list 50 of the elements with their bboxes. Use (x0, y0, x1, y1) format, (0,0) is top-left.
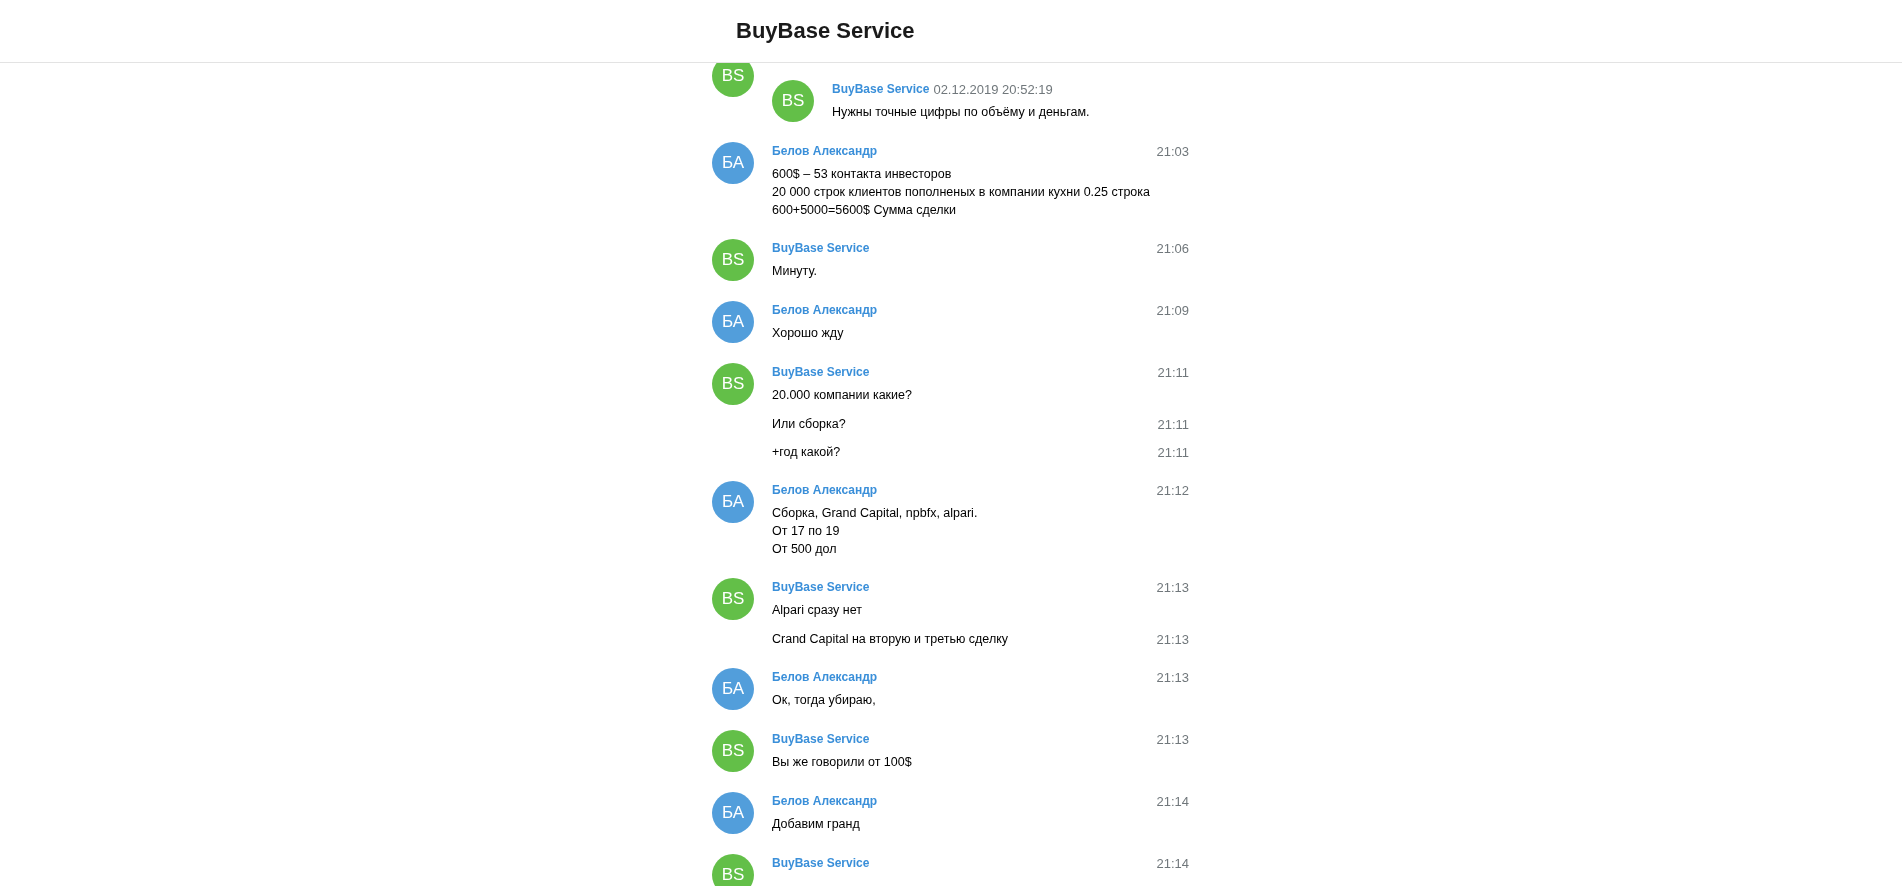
sender-name: BuyBase Service (772, 856, 870, 870)
message-text: Добавим гранд (772, 816, 861, 833)
message-time: 21:11 (1157, 364, 1189, 380)
message-text: +год какой? (772, 444, 841, 461)
avatar: BS (712, 239, 754, 281)
message-time: 21:13 (1156, 631, 1189, 647)
message-time: 21:06 (1156, 240, 1189, 256)
message-text: Сборка, Grand Capital, npbfx, alpari. От 17 по 19 От 500 дол (772, 505, 979, 558)
message-text: Хорошо жду (772, 325, 845, 342)
message-time: 21:09 (1156, 302, 1189, 318)
avatar: БА (712, 301, 754, 343)
sender-name: Белов Александр (772, 483, 878, 497)
message-time: 21:11 (1157, 444, 1189, 460)
avatar: BS (712, 730, 754, 772)
message-text: Ок, тогда убираю, (772, 692, 877, 709)
avatar: BS (712, 854, 754, 886)
sender-name: BuyBase Service (772, 241, 870, 255)
avatar: БА (712, 792, 754, 834)
avatar: BS (712, 363, 754, 405)
sender-name: Белов Александр (772, 794, 878, 808)
sender-name: Белов Александр (772, 303, 878, 317)
message-text: 600$ – 53 контакта инвесторов 20 000 строк клиентов пополненых в компании кухни 0.25 строка 600+5000=5600$ Сумма сделки (772, 166, 1151, 219)
message-text: Crand Capital на вторую и третью сделку (772, 631, 1009, 648)
message-text: Alpari сразу нет (772, 602, 863, 619)
sender-name: Белов Александр (772, 670, 878, 684)
message-time: 21:14 (1156, 855, 1189, 871)
message-time: 21:13 (1156, 579, 1189, 595)
message-time: 21:11 (1157, 416, 1189, 432)
message-time: 21:14 (1156, 793, 1189, 809)
message-time: 21:12 (1156, 482, 1189, 498)
message-time: 21:13 (1156, 731, 1189, 747)
message-text: 20.000 компании какие? (772, 387, 913, 404)
sender-name: Белов Александр (772, 144, 878, 158)
sender-name: BuyBase Service (772, 732, 870, 746)
avatar: BS (772, 80, 814, 122)
message-text: Нужны точные цифры по объёму и деньгам. (832, 104, 1090, 121)
message-text: Минуту. (772, 263, 818, 280)
avatar: БА (712, 481, 754, 523)
chat-title: BuyBase Service (736, 18, 915, 44)
sender-name: BuyBase Service (772, 365, 870, 379)
sender-name: BuyBase Service (772, 580, 870, 594)
avatar: BS (712, 578, 754, 620)
message-time: 21:03 (1156, 143, 1189, 159)
message-time: 21:13 (1156, 669, 1189, 685)
message-text: Или сборка? (772, 416, 846, 433)
message-text: Вы же говорили от 100$ (772, 754, 913, 771)
avatar: БА (712, 142, 754, 184)
avatar: БА (712, 668, 754, 710)
forwarded-date: 02.12.2019 20:52:19 (933, 81, 1053, 97)
sender-name: BuyBase Service (832, 82, 930, 96)
